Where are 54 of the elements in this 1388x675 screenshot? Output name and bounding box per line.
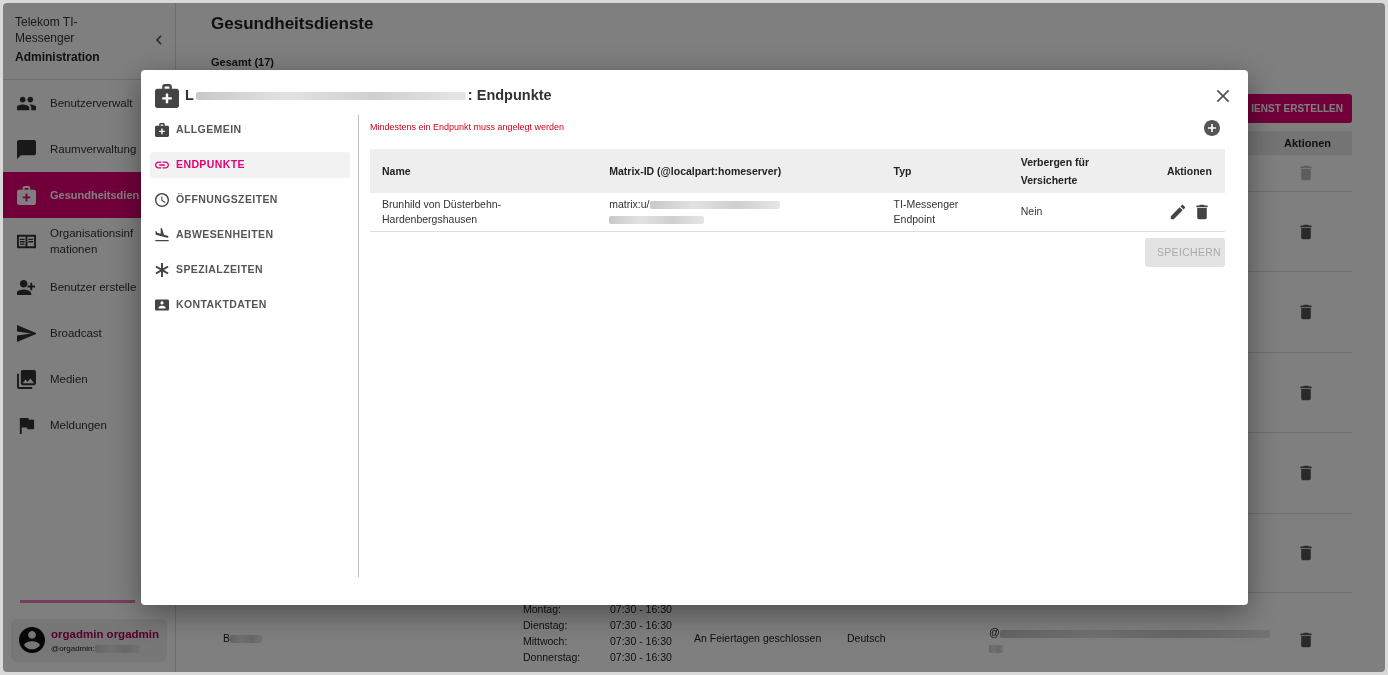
total-count: Gesamt (17) [211,55,275,71]
redacted-text [989,645,1003,654]
table-cell: matrix:u/ [609,197,650,210]
validation-error: Mindestens ein Endpunkt muss angelegt werden [370,121,565,135]
asterisk-icon [155,263,169,277]
close-icon[interactable] [1214,87,1232,105]
column-header: Name [382,164,411,179]
table-cell: @ [989,626,1000,639]
column-header: Matrix-ID (@localpart:homeserver) [609,164,782,179]
page-title: Gesundheitsdienste [211,14,375,35]
sidebar-item[interactable]: Medien [3,356,175,402]
opening-hours: 07:30 - 16:30 [610,618,673,634]
weekday-label: Dienstag: [523,618,569,634]
person-add-icon [17,277,36,297]
opening-hours: 07:30 - 16:30 [610,602,673,618]
column-header: Typ [893,164,912,179]
app-subtitle: Administration [15,49,101,66]
photo-library-icon [17,369,36,389]
table-cell-text: An Feiertagen geschlossen [694,631,822,647]
flag-icon [17,415,36,435]
opening-hours: 07:30 - 16:30 [610,650,673,666]
medical-bag-icon [155,84,179,108]
create-service-button[interactable]: IENST ERSTELLEN [1248,93,1352,123]
table-cell: Nein [1020,205,1043,218]
delete-icon[interactable] [1193,203,1210,220]
table-cell-text: Deutsch [847,631,886,647]
user-handle: @orgadmin: [51,643,95,655]
column-header: Aktionen [1166,164,1212,179]
dialog-title: L [185,86,194,106]
opening-hours: 07:30 - 16:30 [610,634,673,650]
dialog-tab[interactable]: ENDPUNKTE [150,152,350,178]
redacted-text [230,635,262,644]
column-header: Aktionen [1284,135,1333,151]
clock-icon [155,193,169,207]
medical-bag-icon [17,185,36,205]
weekday-label: Donnerstag: [523,650,582,666]
table-cell-text: TI-Messenger Endpoint [893,196,960,227]
chat-bubble-icon [17,139,36,159]
sidebar-item[interactable]: Meldungen [3,402,175,448]
weekday-label: Mittwoch: [523,634,569,650]
column-header: Verbergen für Versicherte [1020,155,1090,188]
plane-landing-icon [155,228,169,242]
send-icon [17,323,36,343]
dialog-title: : Endpunkte [467,86,552,106]
table-cell-text: Brunhild von Düsterbehn-Hardenbergshausen [382,196,503,227]
contact-card-icon [155,298,169,312]
account-avatar-icon [19,626,45,655]
weekday-label: Montag: [523,602,562,618]
edit-pencil-icon[interactable] [1169,203,1186,220]
app-name: Telekom TI-Messenger [15,14,79,46]
table-cell: B [223,631,262,648]
medical-bag-icon [155,123,169,137]
user-card[interactable]: orgadmin orgadmin @orgadmin: [11,618,167,662]
user-name: orgadmin orgadmin [51,626,159,642]
